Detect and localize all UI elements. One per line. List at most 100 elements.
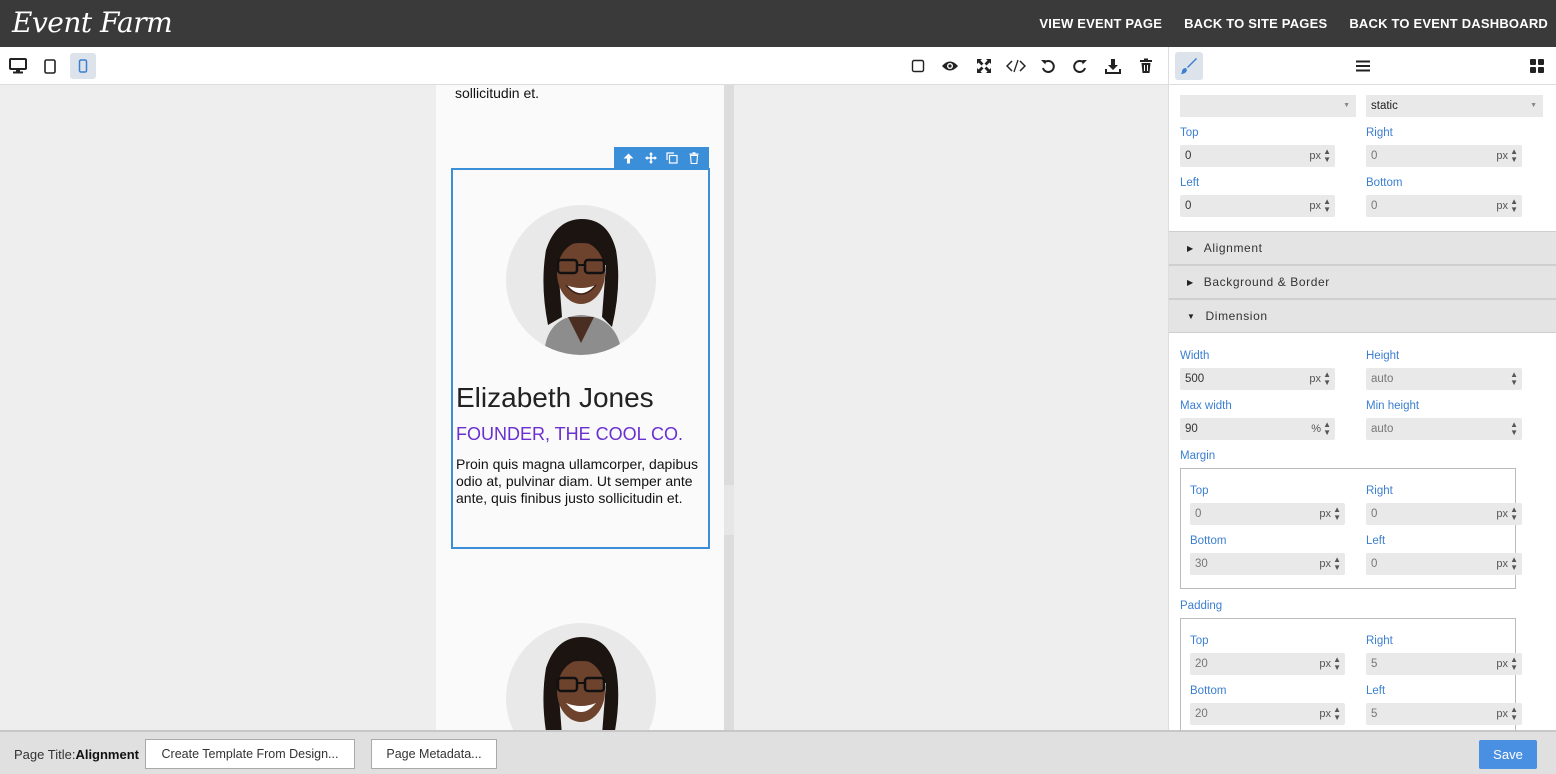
- margin-right-input[interactable]: 0 px ▲ ▼: [1366, 503, 1522, 525]
- margin-left-label: Left: [1366, 535, 1386, 547]
- export-button[interactable]: [1101, 54, 1125, 78]
- redo-button[interactable]: [1068, 54, 1092, 78]
- height-value: auto: [1371, 373, 1394, 385]
- outline-toggle-button[interactable]: [906, 54, 930, 78]
- mobile-icon: [78, 59, 88, 73]
- display-select[interactable]: ▼: [1180, 95, 1356, 117]
- margin-top-unit[interactable]: px: [1319, 508, 1331, 520]
- padding-right-input[interactable]: 5 px ▲ ▼: [1366, 653, 1522, 675]
- select-parent-button[interactable]: [620, 149, 638, 167]
- offset-right-value: 0: [1371, 150, 1378, 162]
- margin-top-value: 0: [1195, 508, 1202, 520]
- max-width-unit[interactable]: %: [1311, 423, 1321, 435]
- position-select[interactable]: static ▼: [1366, 95, 1543, 117]
- move-button[interactable]: [642, 149, 660, 167]
- clone-button[interactable]: [663, 149, 681, 167]
- offset-left-input[interactable]: 0 px ▲ ▼: [1180, 195, 1335, 217]
- height-input[interactable]: auto ▲ ▼: [1366, 368, 1522, 390]
- dimension-section-title: Dimension: [1205, 309, 1268, 323]
- width-label: Width: [1180, 350, 1210, 362]
- view-code-button[interactable]: [1004, 54, 1028, 78]
- width-input[interactable]: 500 px ▲ ▼: [1180, 368, 1335, 390]
- offset-top-input[interactable]: 0 px ▲ ▼: [1180, 145, 1335, 167]
- width-value: 500: [1185, 373, 1205, 385]
- speaker-title[interactable]: FOUNDER, THE COOL CO.: [456, 424, 683, 445]
- move-icon: [644, 152, 657, 164]
- undo-button[interactable]: [1036, 54, 1060, 78]
- padding-right-unit[interactable]: px: [1496, 658, 1508, 670]
- page-metadata-button[interactable]: Page Metadata...: [371, 739, 497, 769]
- padding-left-input[interactable]: 5 px ▲ ▼: [1366, 703, 1522, 725]
- back-to-event-dashboard-link[interactable]: BACK TO EVENT DASHBOARD: [1349, 16, 1548, 31]
- create-template-button[interactable]: Create Template From Design...: [145, 739, 355, 769]
- selection-toolbar: [614, 147, 709, 169]
- padding-left-unit[interactable]: px: [1496, 708, 1508, 720]
- min-height-input[interactable]: auto ▲ ▼: [1366, 418, 1522, 440]
- margin-label: Margin: [1180, 450, 1216, 462]
- offset-left-value: 0: [1185, 200, 1192, 212]
- max-width-input[interactable]: 90 % ▲ ▼: [1180, 418, 1335, 440]
- offset-bottom-input[interactable]: 0 px ▲ ▼: [1366, 195, 1522, 217]
- margin-bottom-input[interactable]: 30 px ▲ ▼: [1190, 553, 1345, 575]
- undo-icon: [1041, 60, 1055, 73]
- save-button[interactable]: Save: [1479, 740, 1537, 769]
- top-header: Event Farm VIEW EVENT PAGE BACK TO SITE …: [0, 0, 1556, 47]
- previous-card-bio[interactable]: sollicitudin et.: [455, 85, 539, 101]
- background-section-title: Background & Border: [1203, 275, 1330, 289]
- dimension-section-header[interactable]: ▼ Dimension: [1169, 299, 1556, 333]
- padding-top-input[interactable]: 20 px ▲ ▼: [1190, 653, 1345, 675]
- trash-icon: [1140, 58, 1152, 73]
- offset-bottom-unit[interactable]: px: [1496, 200, 1508, 212]
- blocks-tab[interactable]: [1523, 52, 1551, 80]
- tablet-view-button[interactable]: [37, 53, 63, 79]
- alignment-section-header[interactable]: ▶ Alignment: [1169, 231, 1556, 265]
- margin-bottom-value: 30: [1195, 558, 1208, 570]
- offset-left-label: Left: [1180, 177, 1200, 189]
- margin-bottom-unit[interactable]: px: [1319, 558, 1331, 570]
- style-manager-panel: ▼ static ▼ Top Right 0 px ▲ ▼ 0 px ▲ ▼ Left B…: [1168, 85, 1556, 730]
- canvas-scrollbar[interactable]: [724, 85, 734, 730]
- margin-right-unit[interactable]: px: [1496, 508, 1508, 520]
- padding-bottom-input[interactable]: 20 px ▲ ▼: [1190, 703, 1345, 725]
- code-icon: [1006, 59, 1026, 73]
- layer-manager-tab[interactable]: [1349, 52, 1377, 80]
- speaker-avatar[interactable]: [506, 205, 656, 355]
- margin-left-input[interactable]: 0 px ▲ ▼: [1366, 553, 1522, 575]
- event-farm-logo[interactable]: Event Farm: [12, 6, 173, 39]
- desktop-icon: [9, 58, 27, 74]
- offset-left-unit[interactable]: px: [1309, 200, 1321, 212]
- background-border-section-header[interactable]: ▶ Background & Border: [1169, 265, 1556, 299]
- speaker-name[interactable]: Elizabeth Jones: [456, 382, 654, 414]
- offset-top-value: 0: [1185, 150, 1192, 162]
- redo-icon: [1073, 60, 1087, 73]
- top-nav: VIEW EVENT PAGE BACK TO SITE PAGES BACK …: [1017, 0, 1548, 47]
- style-manager-tab[interactable]: [1175, 52, 1203, 80]
- offset-right-unit[interactable]: px: [1496, 150, 1508, 162]
- desktop-view-button[interactable]: [5, 53, 31, 79]
- speaker-bio[interactable]: Proin quis magna ullamcorper, dapibus od…: [456, 456, 701, 507]
- back-to-site-pages-link[interactable]: BACK TO SITE PAGES: [1184, 16, 1327, 31]
- offset-top-unit[interactable]: px: [1309, 150, 1321, 162]
- delete-block-button[interactable]: [685, 149, 703, 167]
- padding-left-label: Left: [1366, 685, 1386, 697]
- view-event-page-link[interactable]: VIEW EVENT PAGE: [1039, 16, 1162, 31]
- margin-left-unit[interactable]: px: [1496, 558, 1508, 570]
- canvas-scrollbar-thumb[interactable]: [724, 485, 734, 535]
- padding-label: Padding: [1180, 600, 1223, 612]
- bottom-bar: Page Title:Alignment Create Template Fro…: [0, 730, 1556, 774]
- selected-speaker-card[interactable]: Elizabeth Jones FOUNDER, THE COOL CO. Pr…: [451, 168, 710, 549]
- padding-top-unit[interactable]: px: [1319, 658, 1331, 670]
- eye-icon: [942, 61, 958, 71]
- offset-right-input[interactable]: 0 px ▲ ▼: [1366, 145, 1522, 167]
- padding-bottom-label: Bottom: [1190, 685, 1227, 697]
- editor-canvas[interactable]: sollicitudin et. Elizabeth Jones FOUNDER…: [0, 85, 1168, 730]
- mobile-view-button[interactable]: [70, 53, 96, 79]
- width-unit[interactable]: px: [1309, 373, 1321, 385]
- clear-canvas-button[interactable]: [1134, 54, 1158, 78]
- fullscreen-button[interactable]: [972, 54, 996, 78]
- max-width-label: Max width: [1180, 400, 1232, 412]
- preview-button[interactable]: [938, 54, 962, 78]
- padding-bottom-unit[interactable]: px: [1319, 708, 1331, 720]
- margin-top-input[interactable]: 0 px ▲ ▼: [1190, 503, 1345, 525]
- height-label: Height: [1366, 350, 1400, 362]
